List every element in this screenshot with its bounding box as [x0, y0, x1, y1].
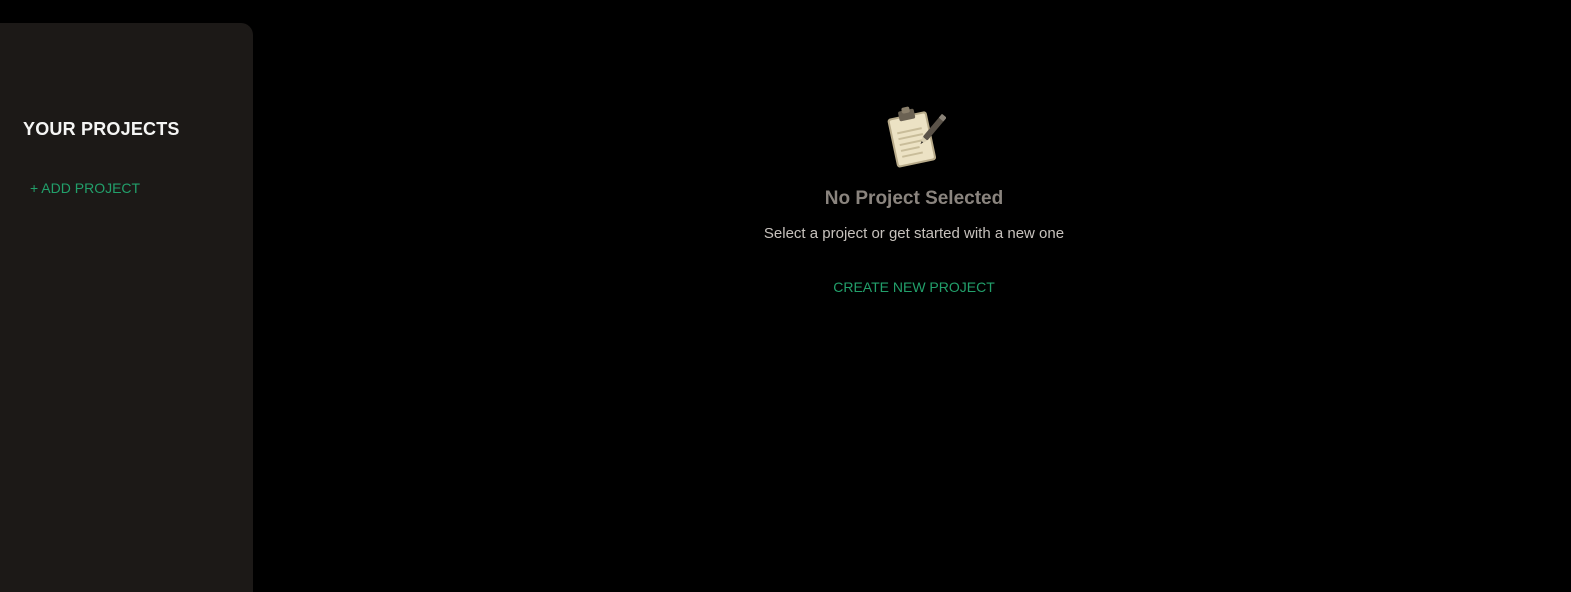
empty-state: No Project Selected Select a project or … [253, 104, 1571, 297]
add-project-button[interactable]: + ADD PROJECT [30, 180, 140, 196]
empty-state-subtitle: Select a project or get started with a n… [763, 225, 1065, 242]
sidebar-title: YOUR PROJECTS [23, 119, 180, 139]
main-content: No Project Selected Select a project or … [253, 0, 1571, 592]
app-root: YOUR PROJECTS + ADD PROJECT No Project S… [0, 0, 1571, 592]
clipboard-icon [887, 106, 946, 168]
sidebar: YOUR PROJECTS + ADD PROJECT [0, 23, 253, 592]
create-new-project-button[interactable]: CREATE NEW PROJECT [833, 279, 995, 295]
empty-state-title: No Project Selected [824, 188, 1004, 209]
